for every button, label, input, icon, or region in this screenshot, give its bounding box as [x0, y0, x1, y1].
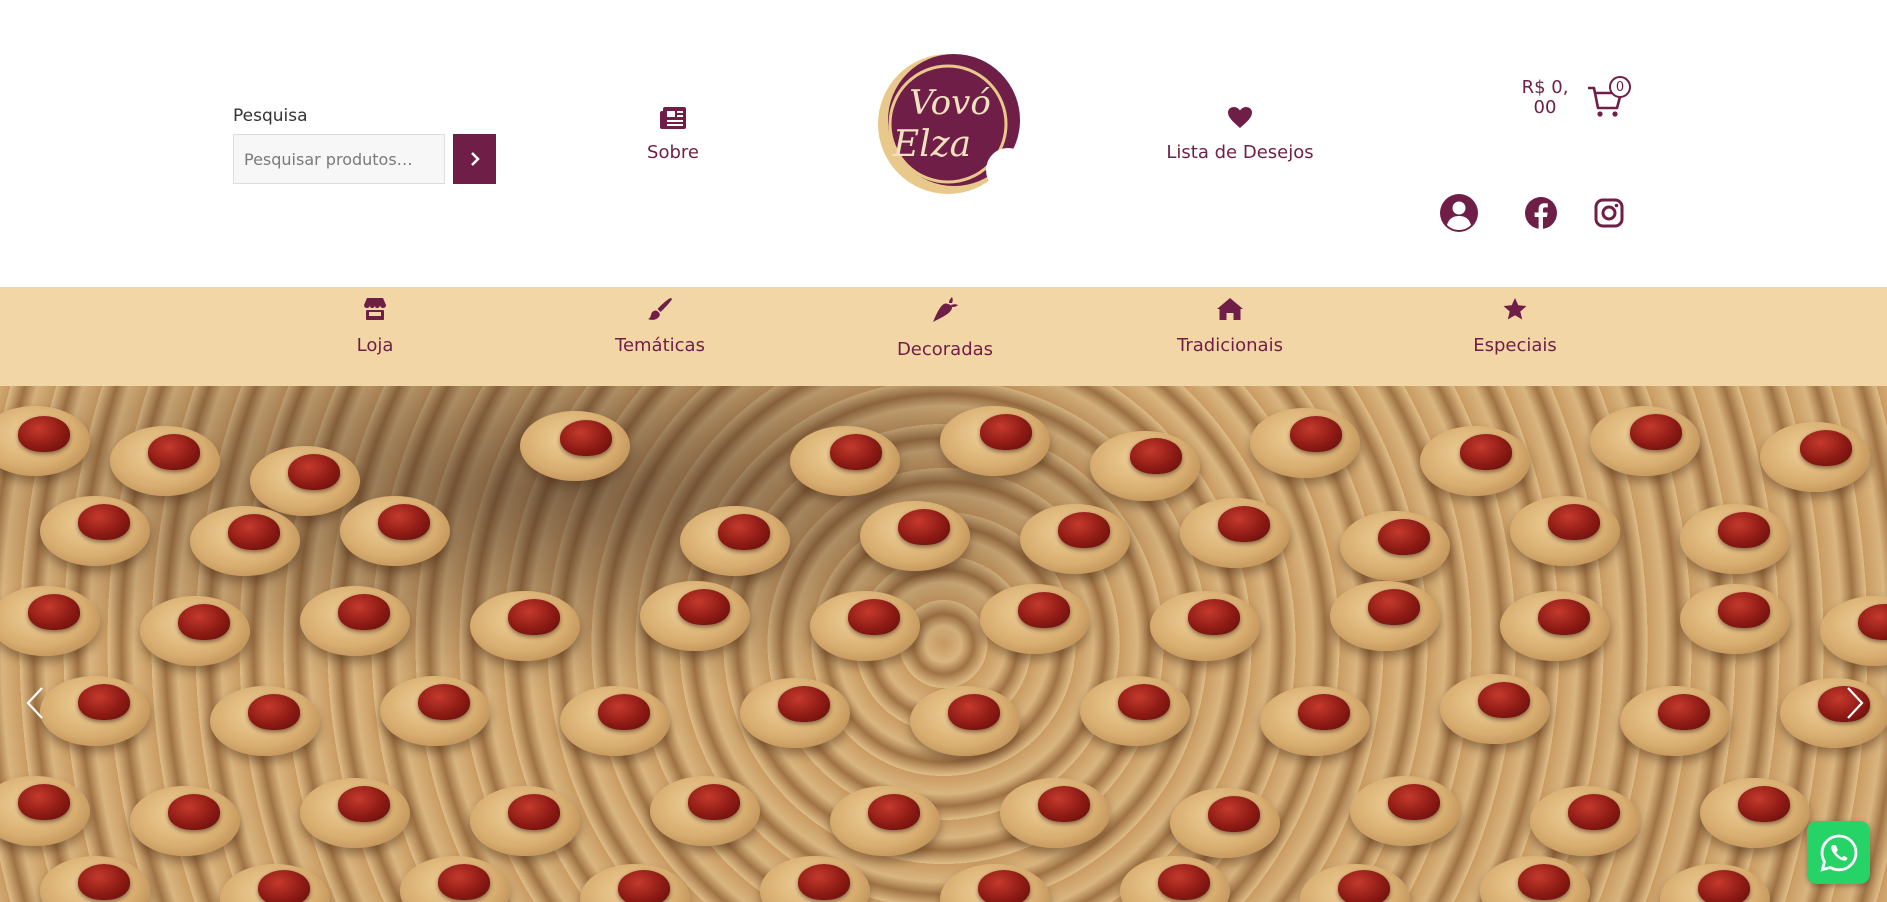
nav-label-tematicas: Temáticas [615, 335, 705, 356]
nav-item-especiais[interactable]: Especiais [1440, 297, 1590, 356]
search-input[interactable] [233, 134, 445, 184]
nav-item-loja[interactable]: Loja [300, 297, 450, 356]
carrot-icon [933, 297, 958, 322]
nav-label-decoradas: Decoradas [896, 339, 994, 360]
chevron-right-icon [1847, 687, 1864, 719]
chevron-left-icon [26, 687, 43, 719]
cart-count-badge: 0 [1609, 76, 1631, 98]
wishlist-label: Lista de Desejos [1166, 142, 1314, 163]
slider-next-button[interactable] [1840, 683, 1870, 723]
cart-amount: R$ 0, 00 [1521, 77, 1569, 118]
site-header: Pesquisa Sobre Vovó Elza [0, 0, 1887, 287]
hero-slider-image [0, 386, 1887, 902]
instagram-icon [1594, 198, 1624, 228]
newspaper-icon [660, 107, 686, 129]
wishlist-link[interactable]: Lista de Desejos [1150, 106, 1330, 163]
vovo-elza-logo: Vovó Elza [878, 54, 1030, 194]
facebook-link[interactable] [1520, 192, 1562, 234]
instagram-link[interactable] [1588, 192, 1630, 234]
nav-label-especiais: Especiais [1473, 335, 1557, 356]
store-icon [364, 298, 386, 320]
nav-item-decoradas[interactable]: Decoradas [870, 297, 1020, 360]
nav-label-loja: Loja [356, 335, 394, 356]
nav-label-tradicionais: Tradicionais [1177, 335, 1283, 356]
nav-item-tradicionais[interactable]: Tradicionais [1155, 297, 1305, 356]
product-search: Pesquisa [233, 106, 496, 184]
logo[interactable]: Vovó Elza [870, 52, 1030, 200]
heart-icon [1228, 107, 1252, 128]
search-label: Pesquisa [233, 106, 308, 126]
account-link[interactable] [1438, 192, 1480, 234]
brush-icon [648, 298, 672, 320]
search-submit-button[interactable] [453, 134, 496, 184]
svg-text:Elza: Elza [892, 124, 971, 165]
whatsapp-icon [1819, 834, 1857, 872]
star-icon [1503, 298, 1527, 320]
home-icon [1217, 298, 1243, 320]
whatsapp-chat-button[interactable] [1807, 821, 1870, 884]
user-circle-icon [1440, 194, 1478, 232]
about-label: Sobre [647, 142, 699, 163]
cart-icon-wrap: 0 [1587, 76, 1631, 118]
svg-text:Vovó: Vovó [909, 83, 991, 123]
chevron-right-icon [470, 152, 480, 166]
about-link[interactable]: Sobre [630, 106, 716, 163]
search-row [233, 134, 496, 184]
nav-item-tematicas[interactable]: Temáticas [585, 297, 735, 356]
facebook-icon [1525, 197, 1557, 229]
slider-prev-button[interactable] [20, 683, 50, 723]
category-nav: Loja Temáticas Decoradas Tradicionais Es… [0, 287, 1887, 386]
cart[interactable]: R$ 0, 00 0 [1515, 76, 1631, 118]
